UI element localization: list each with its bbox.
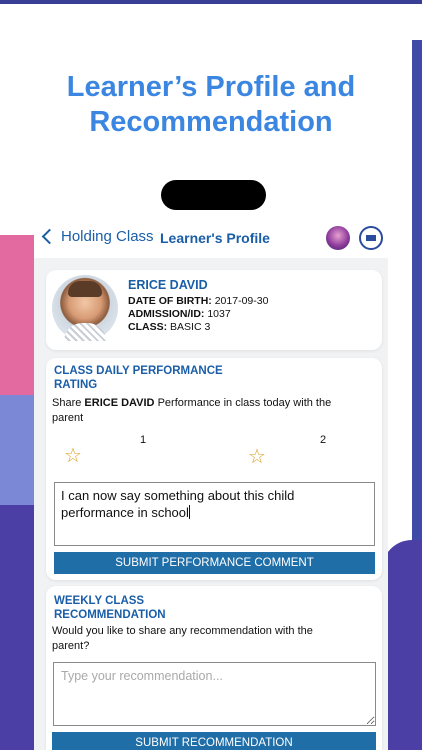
comment-line-1: I can now say something about this child: [61, 488, 295, 503]
submit-performance-button[interactable]: SUBMIT PERFORMANCE COMMENT: [54, 552, 375, 574]
performance-comment-input[interactable]: I can now say something about this child…: [54, 482, 375, 546]
learner-photo: [52, 275, 118, 341]
recommendation-prompt-line-1: Would you like to share any recommendati…: [52, 625, 313, 637]
performance-title-line-1: CLASS DAILY PERFORMANCE: [54, 365, 223, 377]
right-purple-decoration: [382, 540, 422, 750]
admission-value: 1037: [207, 308, 231, 320]
recommendation-prompt: Would you like to share any recommendati…: [52, 624, 372, 654]
back-button[interactable]: Holding Class: [40, 228, 154, 245]
rating-label-1: 1: [140, 434, 147, 446]
headline-line-2: Recommendation: [89, 106, 333, 138]
page-title: Learner's Profile: [160, 230, 270, 246]
recommendation-section-title: WEEKLY CLASS RECOMMENDATION: [54, 594, 244, 622]
left-pink-decoration: [0, 235, 34, 395]
daily-performance-card: CLASS DAILY PERFORMANCE RATING Share ERI…: [46, 358, 382, 580]
learner-name: ERICE DAVID: [128, 278, 208, 292]
submit-recommendation-button[interactable]: SUBMIT RECOMMENDATION: [52, 732, 376, 750]
headline-line-1: Learner’s Profile and: [66, 71, 356, 103]
recommendation-title-line-2: RECOMMENDATION: [54, 609, 166, 621]
prompt-learner-name: ERICE DAVID: [84, 397, 155, 409]
back-button-label: Holding Class: [61, 228, 154, 245]
performance-prompt: Share ERICE DAVID Performance in class t…: [52, 396, 372, 426]
prompt-line-2: parent: [52, 412, 84, 424]
recommendation-title-line-1: WEEKLY CLASS: [54, 595, 145, 607]
comment-line-2: performance in school: [61, 505, 189, 520]
text-caret: [188, 505, 190, 519]
class-row: CLASS: BASIC 3: [128, 321, 210, 333]
rating-label-2: 2: [320, 434, 327, 446]
chevron-left-icon: [41, 228, 58, 245]
left-blue-decoration: [0, 395, 34, 505]
class-label: CLASS:: [128, 321, 168, 333]
learner-profile-card: ERICE DAVID DATE OF BIRTH: 2017-09-30 AD…: [46, 270, 382, 350]
school-logo-icon[interactable]: [359, 226, 383, 250]
dob-value: 2017-09-30: [214, 295, 269, 307]
promo-headline: Learner’s Profile and Recommendation: [0, 70, 422, 140]
star-icon[interactable]: ☆: [64, 446, 82, 466]
left-purple-decoration: [0, 505, 34, 750]
phone-notch: [161, 180, 266, 210]
weekly-recommendation-card: WEEKLY CLASS RECOMMENDATION Would you li…: [46, 586, 382, 750]
admission-id-row: ADMISSION/ID: 1037: [128, 308, 231, 320]
prompt-after: Performance in class today with the: [157, 397, 332, 409]
performance-title-line-2: RATING: [54, 379, 98, 391]
prompt-before: Share: [52, 397, 82, 409]
recommendation-input[interactable]: [53, 662, 376, 726]
navigation-bar: Holding Class Learner's Profile: [34, 226, 388, 256]
admission-label: ADMISSION/ID:: [128, 308, 205, 320]
dob-label: DATE OF BIRTH:: [128, 295, 212, 307]
phone-screen: Holding Class Learner's Profile ERICE DA…: [34, 150, 388, 750]
date-of-birth-row: DATE OF BIRTH: 2017-09-30: [128, 295, 268, 307]
top-border-decoration: [0, 0, 422, 4]
recommendation-prompt-line-2: parent?: [52, 640, 90, 652]
performance-section-title: CLASS DAILY PERFORMANCE RATING: [54, 364, 244, 392]
class-value: BASIC 3: [170, 321, 211, 333]
star-icon[interactable]: ☆: [248, 447, 266, 467]
user-avatar[interactable]: [326, 226, 350, 250]
